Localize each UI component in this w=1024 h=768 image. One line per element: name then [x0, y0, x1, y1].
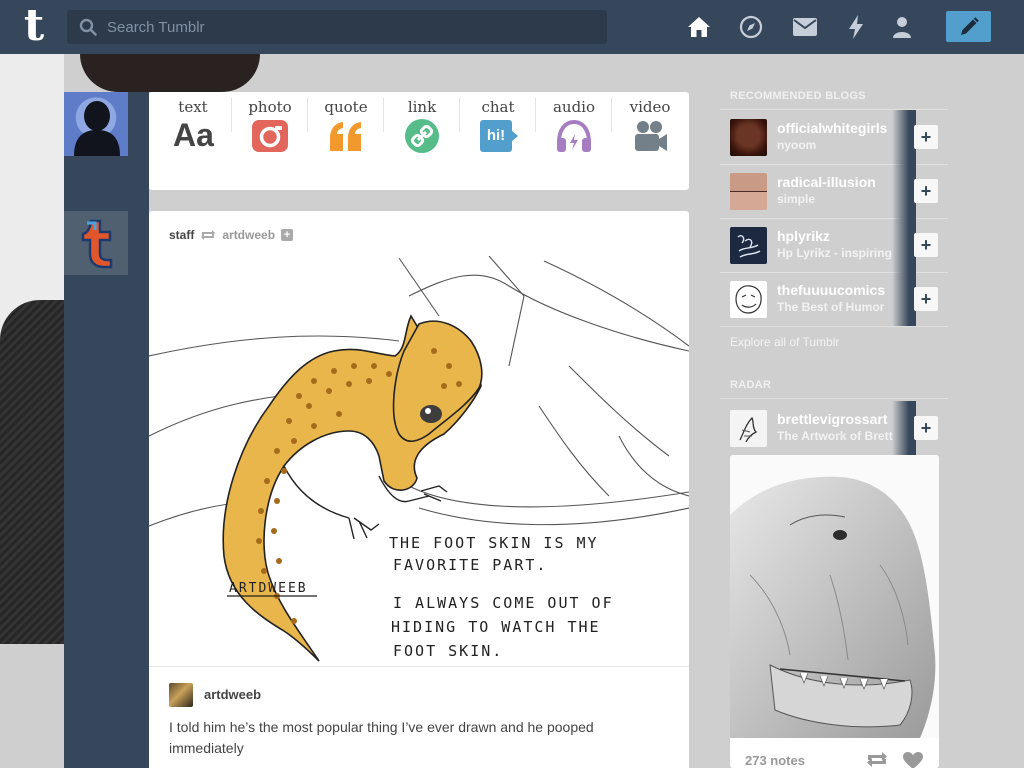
dashboard-post: staff artdweeb + ARTDWEEB THE FOOT SKIN … [149, 211, 689, 768]
blog-avatar[interactable] [730, 119, 767, 156]
blog-name[interactable]: thefuuuucomics [777, 282, 897, 298]
search-input[interactable] [107, 10, 597, 44]
background-photo-sleeve [0, 300, 64, 644]
blog-avatar[interactable] [730, 410, 767, 447]
post-divider [149, 666, 689, 667]
reblog-source-name[interactable]: artdweeb [204, 687, 261, 702]
account-person-icon[interactable] [889, 14, 915, 40]
link-chain-icon [405, 119, 439, 153]
inbox-mail-icon[interactable] [792, 14, 818, 40]
video-camera-icon [635, 121, 667, 151]
post-caption: I told him he’s the most popular thing I… [169, 719, 594, 756]
post-photo[interactable]: ARTDWEEB THE FOOT SKIN IS MY FAVORITE PA… [149, 256, 689, 664]
reblog-source-avatar[interactable] [169, 683, 193, 707]
artist-signature: ARTDWEEB [229, 581, 308, 596]
blog-name[interactable]: brettlevigrossart [777, 411, 897, 427]
post-type-photo[interactable]: photo [232, 98, 308, 158]
like-heart-icon[interactable] [902, 751, 924, 768]
home-icon[interactable] [686, 14, 712, 40]
blog-row-fade [892, 164, 916, 218]
blog-subtitle: nyoom [777, 138, 817, 152]
headphones-icon [557, 119, 591, 152]
post-type-chat[interactable]: chat hi! [460, 98, 536, 158]
blog-row-fade [892, 218, 916, 272]
post-type-text-label: text [178, 98, 208, 116]
blog-subtitle: The Best of Humor [777, 300, 885, 314]
follow-button[interactable]: + [914, 125, 938, 149]
background-photo-hair [80, 54, 260, 92]
tumblr-logo[interactable]: t [18, 4, 50, 48]
staff-avatar[interactable] [64, 211, 128, 275]
dashboard-left-rail [64, 92, 149, 768]
post-type-audio-label: audio [552, 98, 596, 116]
post-author-link[interactable]: staff [169, 228, 194, 242]
silhouette-icon [74, 101, 120, 156]
recommended-blogs-title: RECOMMENDED BLOGS [730, 90, 866, 102]
follow-button[interactable]: + [914, 416, 938, 440]
blog-subtitle: The Artwork of Brett [777, 429, 893, 443]
comic-line-4: HIDING TO WATCH THE [391, 618, 601, 636]
recommended-blog-item[interactable]: officialwhitegirls nyoom + [730, 110, 942, 164]
reblog-icon[interactable] [866, 751, 888, 768]
quote-marks-icon [330, 122, 361, 151]
comic-line-2: FAVORITE PART. [393, 556, 547, 574]
post-header: staff artdweeb + [169, 227, 294, 243]
radar-blog-item[interactable]: brettlevigrossart The Artwork of Brett + [730, 401, 942, 455]
blog-row-fade [892, 110, 916, 164]
blog-subtitle: simple [777, 192, 816, 206]
comic-line-3: I ALWAYS COME OUT OF [393, 594, 614, 612]
blog-avatar[interactable] [730, 173, 767, 210]
top-navigation-bar: t [0, 0, 1024, 54]
search-icon [79, 18, 97, 36]
blog-row-fade [892, 401, 916, 455]
blog-name[interactable]: officialwhitegirls [777, 120, 897, 136]
post-type-audio[interactable]: audio [536, 98, 612, 158]
blog-name[interactable]: hplyrikz [777, 228, 897, 244]
blog-name[interactable]: radical-illusion [777, 174, 897, 190]
post-type-photo-label: photo [248, 98, 292, 116]
follow-button[interactable]: + [914, 287, 938, 311]
follow-button[interactable]: + [914, 233, 938, 257]
pencil-icon [960, 16, 979, 35]
post-type-link-label: link [407, 98, 437, 116]
post-type-selector: text Aa photo quote link chat hi! audio … [149, 92, 689, 190]
search-box[interactable] [67, 10, 607, 44]
explore-tumblr-link[interactable]: Explore all of Tumblr [730, 335, 839, 349]
sidebar-divider [720, 398, 948, 399]
explore-compass-icon[interactable] [738, 14, 764, 40]
blog-avatar[interactable] [730, 227, 767, 264]
post-type-link[interactable]: link [384, 98, 460, 158]
post-type-video[interactable]: video [612, 98, 688, 158]
activity-bolt-icon[interactable] [843, 14, 869, 40]
chat-bubble-icon: hi! [478, 118, 518, 154]
blog-avatar[interactable] [730, 281, 767, 318]
post-type-text[interactable]: text Aa [155, 98, 231, 158]
recommended-blog-item[interactable]: thefuuuucomics The Best of Humor + [730, 272, 942, 326]
radar-post-card: 273 notes [730, 455, 939, 768]
post-type-chat-label: chat [481, 98, 515, 116]
compose-post-button[interactable] [946, 11, 991, 42]
comic-handwritten-text: ARTDWEEB THE FOOT SKIN IS MY FAVORITE PA… [229, 534, 614, 660]
comic-line-1: THE FOOT SKIN IS MY [389, 534, 599, 552]
text-aa-icon: Aa [173, 117, 214, 153]
user-avatar[interactable] [64, 92, 128, 156]
radar-title: RADAR [730, 379, 772, 391]
post-type-quote-label: quote [324, 98, 368, 116]
recommended-blog-item[interactable]: hplyrikz Hp Lyrikz - inspiring + [730, 218, 942, 272]
post-type-quote[interactable]: quote [308, 98, 384, 158]
radar-dinosaur-drawing[interactable] [730, 455, 939, 738]
reblogged-from-link[interactable]: artdweeb [222, 228, 275, 242]
follow-button[interactable]: + [914, 179, 938, 203]
tumblr-staff-logo-icon [81, 219, 113, 269]
follow-plus-icon[interactable]: + [281, 229, 294, 241]
sidebar-divider [720, 326, 948, 327]
camera-icon [252, 120, 288, 152]
reblog-icon [201, 230, 216, 240]
radar-notes-count[interactable]: 273 notes [745, 753, 805, 768]
blog-subtitle: Hp Lyrikz - inspiring [777, 246, 892, 260]
blog-row-fade [892, 272, 916, 326]
post-type-video-label: video [629, 98, 671, 116]
recommended-blog-item[interactable]: radical-illusion simple + [730, 164, 942, 218]
comic-line-5: FOOT SKIN. [393, 642, 503, 660]
